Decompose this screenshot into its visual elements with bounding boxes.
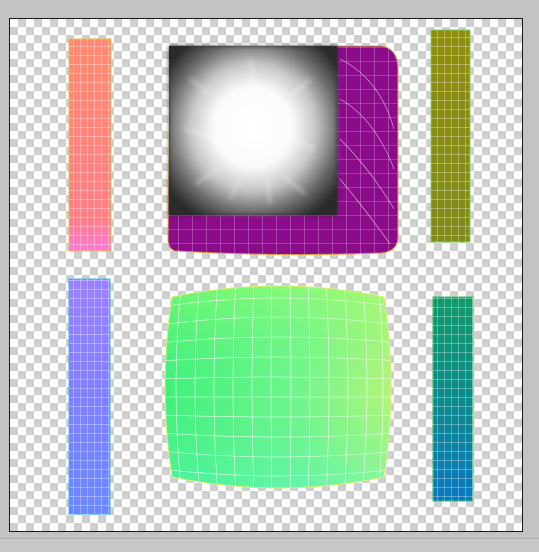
uv-editor-canvas[interactable] bbox=[9, 18, 523, 532]
ambient-occlusion-texture bbox=[169, 46, 337, 215]
status-bar bbox=[0, 538, 539, 552]
uv-layout-svg bbox=[68, 29, 474, 515]
uv-island-green-panel[interactable] bbox=[158, 274, 403, 504]
uv-island-teal-strip[interactable] bbox=[432, 296, 474, 502]
uv-island-blue-strip[interactable] bbox=[68, 278, 111, 515]
uv-island-olive-strip[interactable] bbox=[430, 29, 471, 243]
uv-island-red-strip[interactable] bbox=[68, 38, 112, 252]
